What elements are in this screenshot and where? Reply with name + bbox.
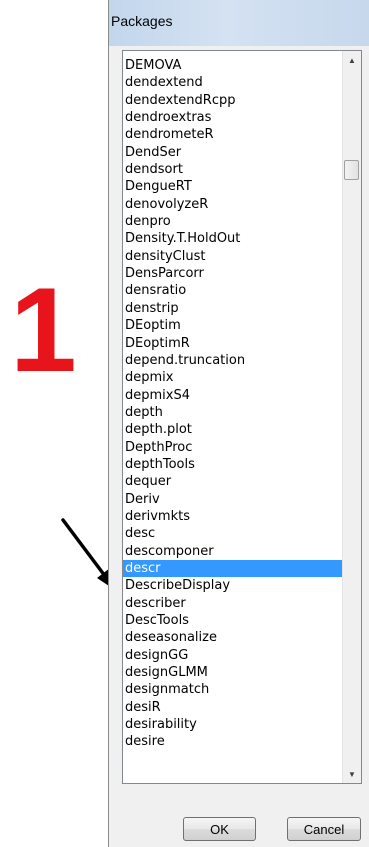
listbox-scrollbar[interactable]: ▲ ▼ bbox=[342, 51, 361, 783]
list-item[interactable]: describer bbox=[123, 595, 345, 612]
list-item[interactable]: DengueRT bbox=[123, 178, 345, 195]
list-item[interactable]: dequer bbox=[123, 473, 345, 490]
list-item[interactable]: depth.plot bbox=[123, 421, 345, 438]
packages-listbox[interactable]: DEMOVA dendextend dendextendRcpp dendroextr… bbox=[122, 50, 362, 784]
list-item[interactable]: depthTools bbox=[123, 456, 345, 473]
list-item[interactable]: DescribeDisplay bbox=[123, 577, 345, 594]
ok-button[interactable]: OK bbox=[183, 817, 256, 841]
list-item[interactable]: densityClust bbox=[123, 248, 345, 265]
list-item[interactable]: depmix bbox=[123, 369, 345, 386]
list-item[interactable]: Deriv bbox=[123, 491, 345, 508]
list-item-selected[interactable]: descr bbox=[123, 559, 345, 578]
list-item[interactable]: depend.truncation bbox=[123, 352, 345, 369]
list-item[interactable]: depth bbox=[123, 404, 345, 421]
list-item[interactable]: denovolyzeR bbox=[123, 196, 345, 213]
list-item[interactable]: designGG bbox=[123, 647, 345, 664]
list-item[interactable]: DensParcorr bbox=[123, 265, 345, 282]
list-item[interactable]: densratio bbox=[123, 282, 345, 299]
scroll-up-arrow-icon[interactable]: ▲ bbox=[343, 51, 361, 69]
list-item[interactable]: designGLMM bbox=[123, 664, 345, 681]
screenshot-canvas: 1 Packages DEMOVA dendextend dendextendRcp… bbox=[0, 0, 369, 847]
list-item[interactable]: denpro bbox=[123, 213, 345, 230]
list-item[interactable]: dendroextras bbox=[123, 109, 345, 126]
list-item[interactable]: desiR bbox=[123, 699, 345, 716]
list-item[interactable]: DepthProc bbox=[123, 439, 345, 456]
list-item[interactable]: DEoptim bbox=[123, 317, 345, 334]
scroll-down-arrow-icon[interactable]: ▼ bbox=[343, 765, 361, 783]
list-item[interactable]: denstrip bbox=[123, 300, 345, 317]
list-item[interactable]: designmatch bbox=[123, 681, 345, 698]
list-item[interactable]: descomponer bbox=[123, 543, 345, 560]
list-item[interactable]: DendSer bbox=[123, 144, 345, 161]
list-item[interactable]: Density.T.HoldOut bbox=[123, 230, 345, 247]
list-item[interactable]: dendextendRcpp bbox=[123, 92, 345, 109]
list-item[interactable]: DEMOVA bbox=[123, 57, 345, 74]
dialog-title: Packages bbox=[111, 13, 173, 29]
list-item[interactable]: dendextend bbox=[123, 74, 345, 91]
list-item[interactable]: DescTools bbox=[123, 612, 345, 629]
list-item[interactable]: desirability bbox=[123, 716, 345, 733]
cancel-button[interactable]: Cancel bbox=[287, 817, 361, 841]
list-item[interactable]: deseasonalize bbox=[123, 629, 345, 646]
list-item[interactable]: dendsort bbox=[123, 161, 345, 178]
list-item[interactable]: dendrometeR bbox=[123, 126, 345, 143]
scrollbar-thumb[interactable] bbox=[344, 160, 359, 180]
list-item[interactable]: derivmkts bbox=[123, 508, 345, 525]
dialog-titlebar[interactable]: Packages bbox=[109, 0, 369, 46]
annotation-number: 1 bbox=[10, 263, 77, 397]
list-item[interactable]: depmixS4 bbox=[123, 387, 345, 404]
package-list: DEMOVA dendextend dendextendRcpp dendroextr… bbox=[123, 57, 345, 751]
list-item[interactable]: desc bbox=[123, 525, 345, 542]
list-item[interactable]: desire bbox=[123, 733, 345, 750]
list-item[interactable]: DEoptimR bbox=[123, 335, 345, 352]
